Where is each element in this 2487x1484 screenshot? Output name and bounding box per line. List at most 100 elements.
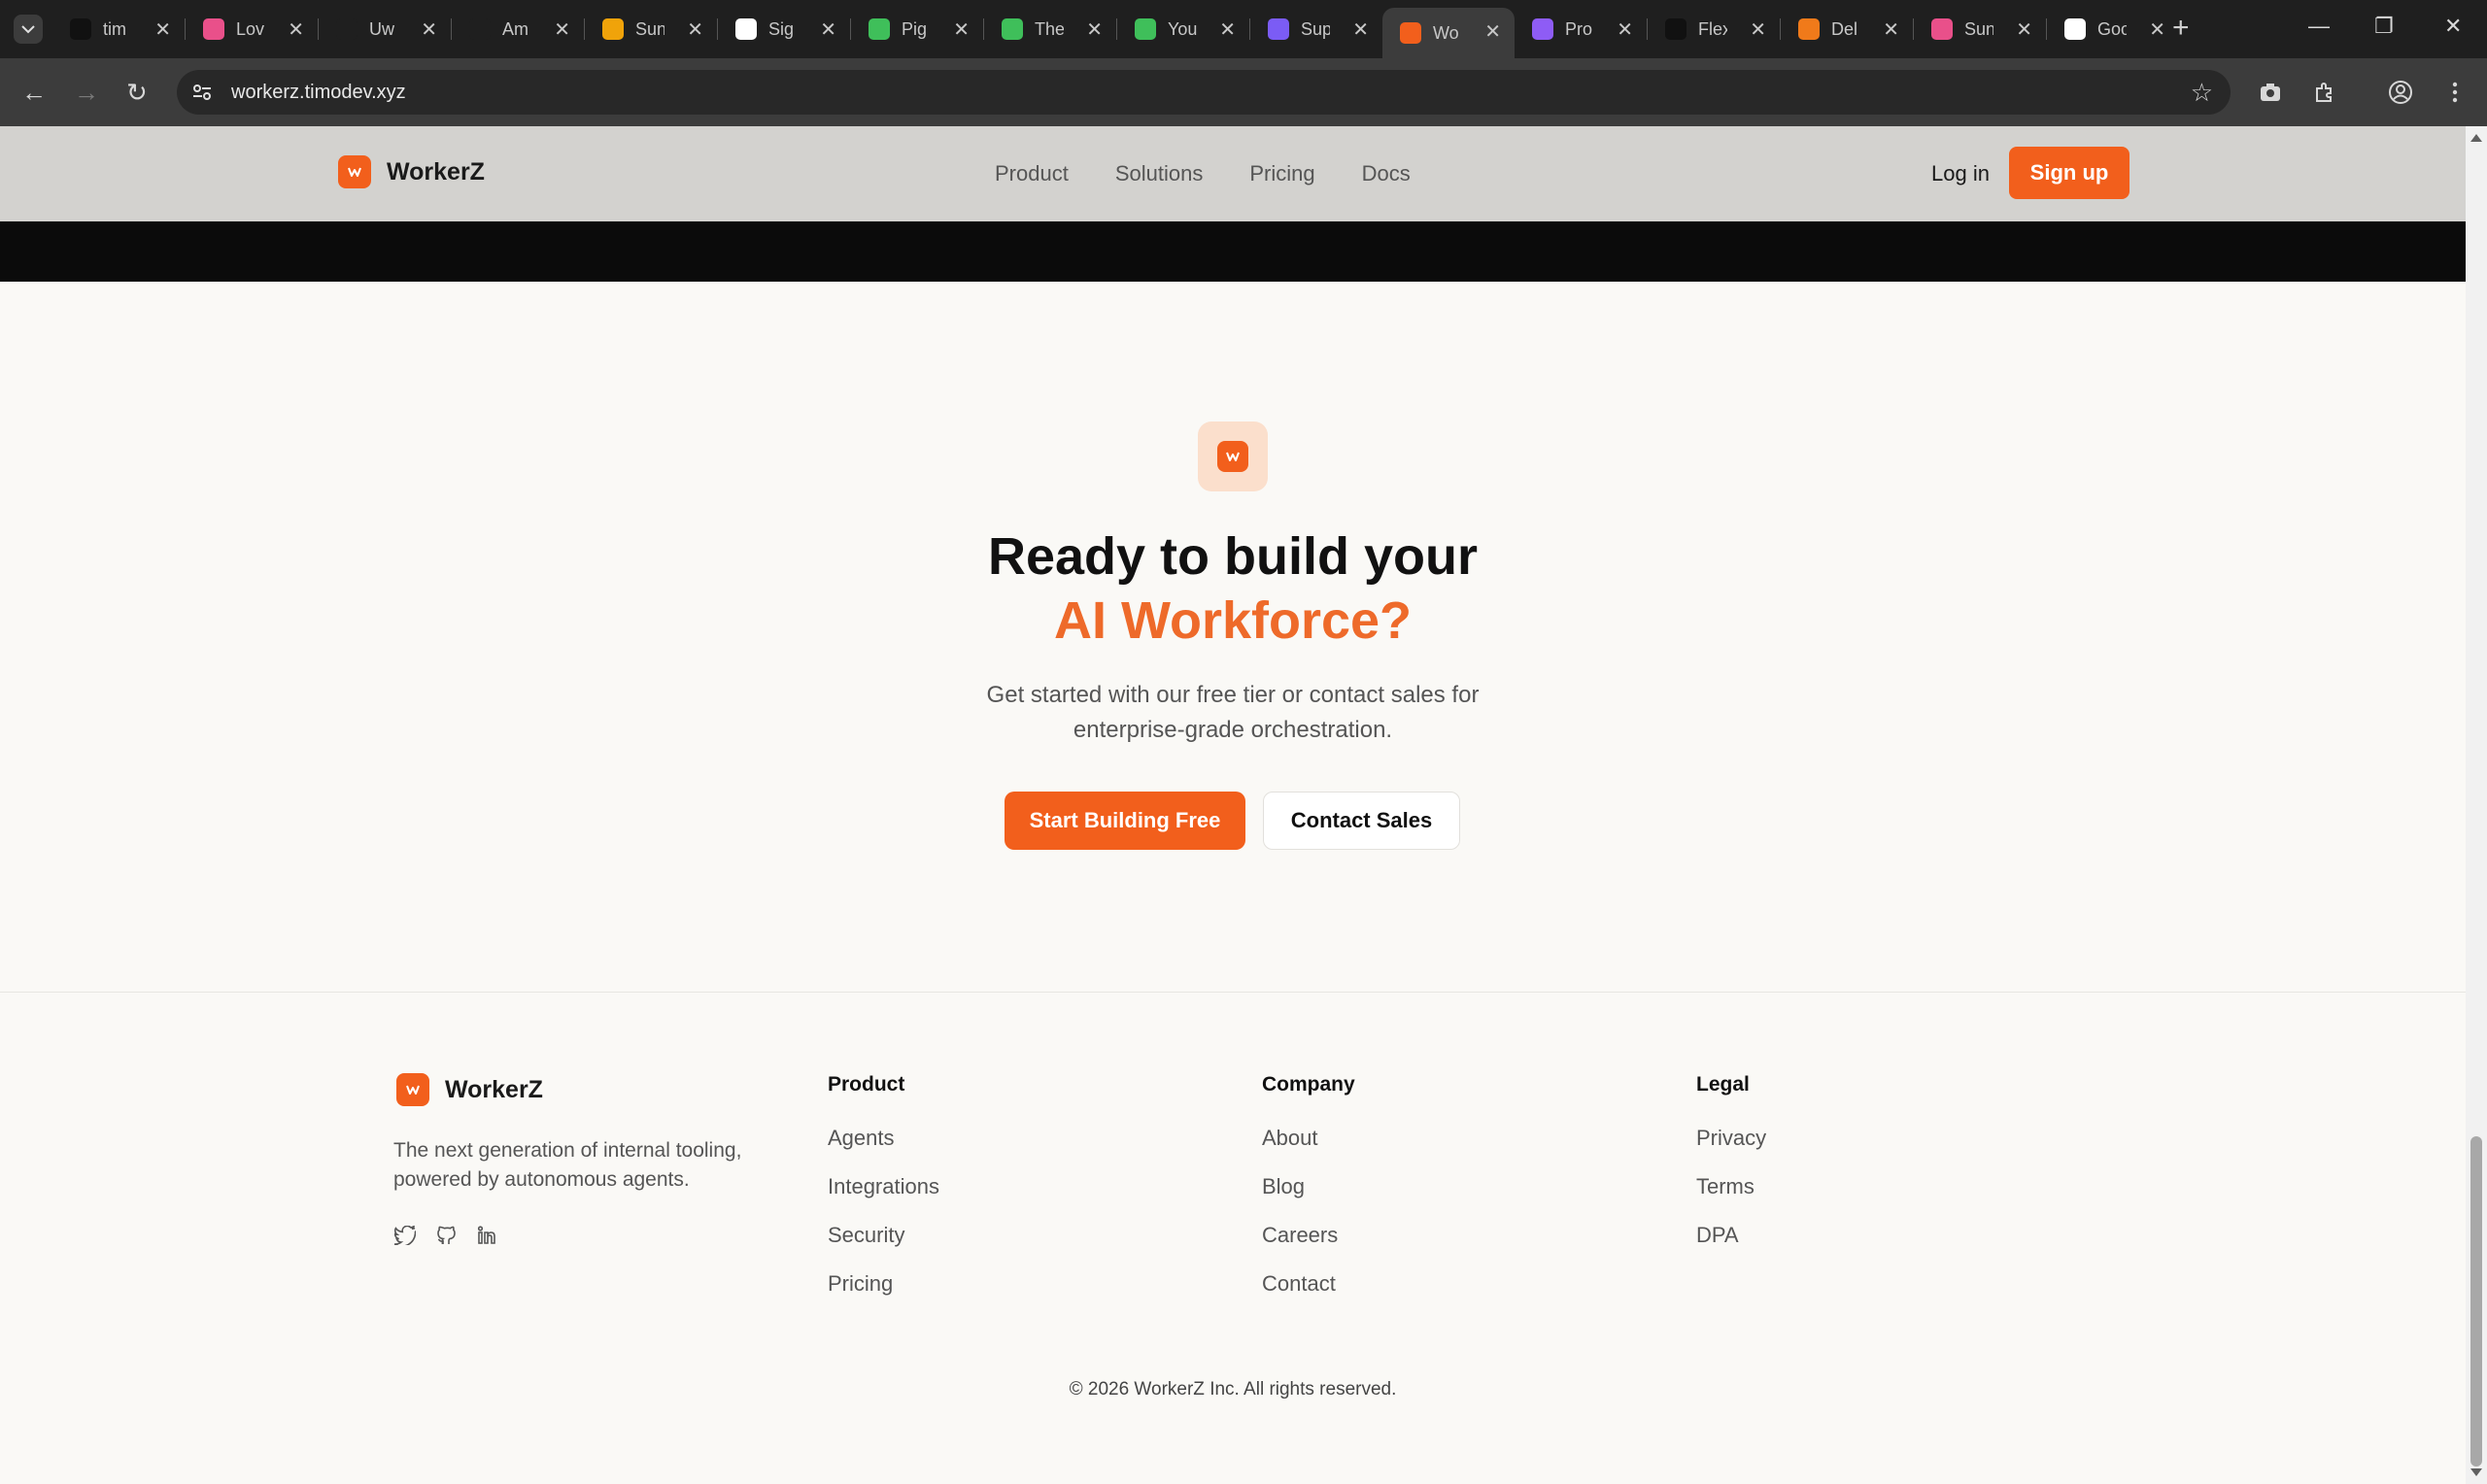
browser-tab[interactable]: Pro ✕ [1515,8,1647,51]
footer-divider [0,992,2466,993]
footer-link-blog[interactable]: Blog [1262,1174,1355,1199]
page-viewport: WorkerZ Product Solutions Pricing Docs L… [0,126,2466,1484]
footer-link-careers[interactable]: Careers [1262,1223,1355,1248]
tab-close-icon[interactable]: ✕ [820,17,836,42]
back-icon[interactable]: ← [21,78,47,107]
tab-close-icon[interactable]: ✕ [1352,17,1369,42]
login-link[interactable]: Log in [1931,161,1990,186]
nav-solutions[interactable]: Solutions [1115,161,1204,186]
footer-link-about[interactable]: About [1262,1126,1355,1151]
menu-kebab-icon[interactable] [2440,78,2470,107]
browser-tab[interactable]: Uw ✕ [319,8,451,51]
tab-favicon-icon [1400,22,1421,44]
start-building-free-button[interactable]: Start Building Free [1005,792,1245,850]
footer-col-title: Legal [1696,1073,1750,1096]
browser-tab[interactable]: Am ✕ [452,8,584,51]
tab-favicon-icon [1931,18,1953,40]
tab-close-icon[interactable]: ✕ [2016,17,2032,42]
tab-title: Pig [902,18,928,39]
footer-brand[interactable]: WorkerZ [396,1073,543,1106]
footer-link-pricing[interactable]: Pricing [828,1271,939,1297]
cta-title: Ready to build your AI Workforce? [0,524,2466,653]
scroll-down-arrow-icon[interactable] [2470,1468,2482,1476]
footer-link-agents[interactable]: Agents [828,1126,939,1151]
signup-button[interactable]: Sign up [2009,147,2129,199]
contact-sales-button[interactable]: Contact Sales [1263,792,1460,850]
browser-tab[interactable]: Sun ✕ [585,8,717,51]
tab-title: Sig [768,18,795,39]
restore-icon[interactable]: ❐ [2374,14,2394,39]
browser-tab[interactable]: Flex ✕ [1648,8,1780,51]
tab-close-icon[interactable]: ✕ [421,17,437,42]
browser-tab[interactable]: Sig ✕ [718,8,850,51]
twitter-icon[interactable] [393,1224,417,1247]
tab-close-icon[interactable]: ✕ [1617,17,1633,42]
nav-docs[interactable]: Docs [1362,161,1411,186]
browser-tab[interactable]: Wo ✕ [1382,8,1515,58]
close-window-icon[interactable]: ✕ [2444,14,2462,39]
tab-close-icon[interactable]: ✕ [554,17,570,42]
github-icon[interactable] [434,1224,458,1247]
footer-link-security[interactable]: Security [828,1223,939,1248]
minimize-icon[interactable]: — [2308,14,2330,39]
tab-favicon-icon [1268,18,1289,40]
tab-close-icon[interactable]: ✕ [1883,17,1899,42]
new-tab-button[interactable]: + [2172,14,2190,43]
cta-subtitle: Get started with our free tier or contac… [986,682,1480,743]
tab-close-icon[interactable]: ✕ [2149,17,2165,42]
address-bar[interactable]: workerz.timodev.xyz ☆ [177,70,2231,115]
linkedin-icon[interactable] [475,1224,498,1247]
footer-col-product: Product Agents Integrations Security Pri… [828,1073,939,1320]
reload-icon[interactable]: ↻ [126,78,148,107]
extensions-icon[interactable] [2310,78,2339,107]
browser-tab[interactable]: Sup ✕ [1250,8,1382,51]
page-scrollbar[interactable] [2466,126,2487,1484]
browser-tab[interactable]: Del ✕ [1781,8,1913,51]
site-info-icon[interactable] [190,81,214,104]
tab-favicon-icon [70,18,91,40]
footer-link-contact[interactable]: Contact [1262,1271,1355,1297]
footer-col-legal: Legal Privacy Terms DPA [1696,1073,1766,1271]
tab-close-icon[interactable]: ✕ [154,17,171,42]
scroll-thumb[interactable] [2470,1136,2482,1467]
profile-icon[interactable] [2386,78,2415,107]
browser-tab[interactable]: Sun ✕ [1914,8,2046,51]
browser-tab[interactable]: You ✕ [1117,8,1249,51]
tab-favicon-icon [469,18,491,40]
bookmark-star-icon[interactable]: ☆ [2191,78,2213,108]
footer-col-company: Company About Blog Careers Contact [1262,1073,1355,1320]
nav-product[interactable]: Product [995,161,1069,186]
browser-tab[interactable]: Pig ✕ [851,8,983,51]
footer-link-dpa[interactable]: DPA [1696,1223,1766,1248]
tab-close-icon[interactable]: ✕ [1484,19,1501,44]
tab-close-icon[interactable]: ✕ [1750,17,1766,42]
tab-title: Goo [2097,18,2127,39]
camera-icon[interactable] [2256,78,2285,107]
tab-close-icon[interactable]: ✕ [687,17,703,42]
footer-link-terms[interactable]: Terms [1696,1174,1766,1199]
scroll-up-arrow-icon[interactable] [2470,134,2482,142]
chevron-down-icon [21,25,35,34]
nav-pricing[interactable]: Pricing [1249,161,1314,186]
browser-tab[interactable]: tim ✕ [52,8,185,51]
tab-search-button[interactable] [14,15,43,44]
footer-link-privacy[interactable]: Privacy [1696,1126,1766,1151]
tab-close-icon[interactable]: ✕ [1219,17,1236,42]
browser-tab[interactable]: Lov ✕ [186,8,318,51]
site-header: WorkerZ Product Solutions Pricing Docs L… [0,126,2466,221]
url-text[interactable]: workerz.timodev.xyz [231,82,406,104]
forward-icon[interactable]: → [74,78,99,107]
tab-title: Sun [635,18,664,39]
footer-link-integrations[interactable]: Integrations [828,1174,939,1199]
tab-close-icon[interactable]: ✕ [288,17,304,42]
tab-title: Sup [1301,18,1330,39]
tab-title: Lov [236,18,265,39]
browser-tab[interactable]: Goo ✕ [2047,8,2179,51]
tab-favicon-icon [1002,18,1023,40]
browser-tab[interactable]: The ✕ [984,8,1116,51]
header-brand[interactable]: WorkerZ [338,155,485,188]
tab-favicon-icon [1532,18,1553,40]
tab-title: Sun [1964,18,1993,39]
tab-close-icon[interactable]: ✕ [1086,17,1103,42]
tab-close-icon[interactable]: ✕ [953,17,970,42]
